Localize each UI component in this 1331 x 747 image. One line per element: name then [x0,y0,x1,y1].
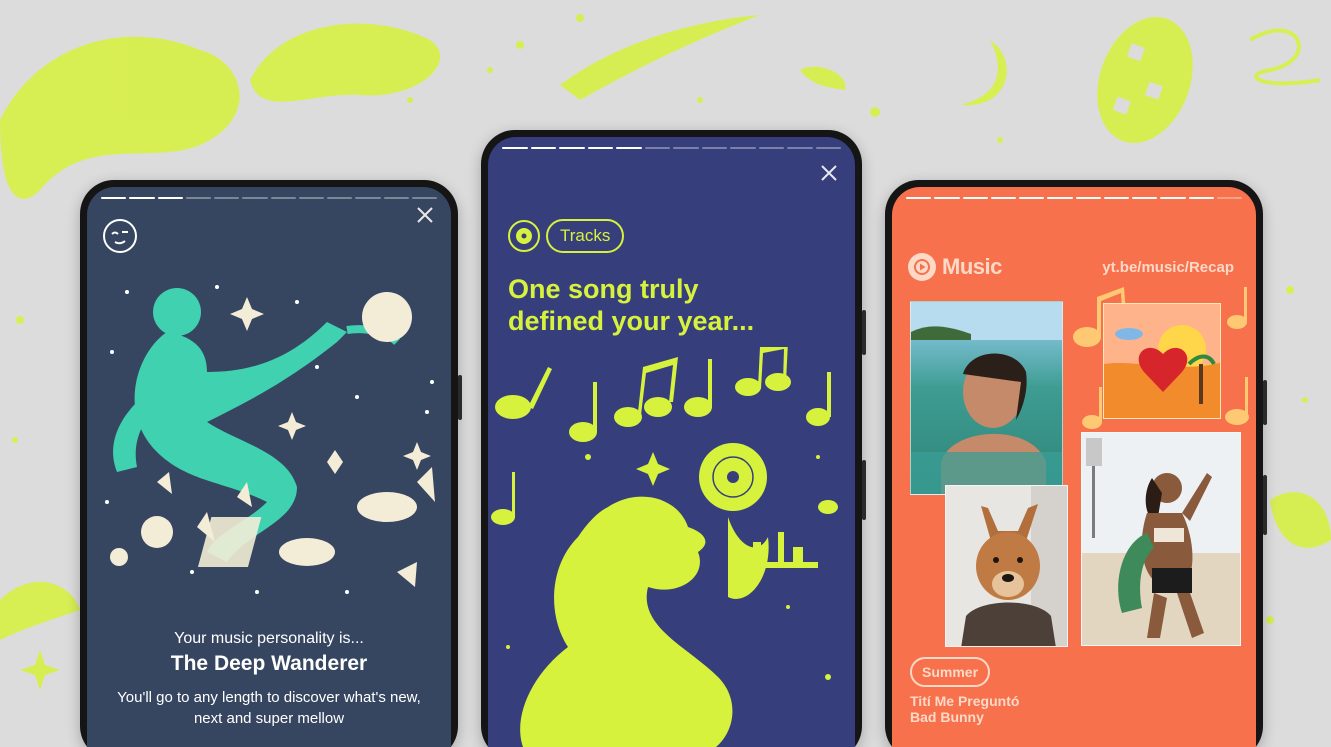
recap-link[interactable]: yt.be/music/Recap [1102,259,1234,276]
leaf-shape [0,581,80,640]
progress-segment [327,197,353,199]
progress-segment [1103,197,1129,199]
progress-segment [1188,197,1214,199]
photo-beach-dance [1081,432,1241,646]
progress-segment [934,197,960,199]
photo-swimming [910,301,1063,495]
leaf-shape [0,36,240,199]
progress-segment [616,147,642,149]
personality-text: Your music personality is... The Deep Wa… [87,629,451,729]
progress-segment [673,147,699,149]
brand-wordmark: Music [942,254,1002,279]
progress-segment [502,147,528,149]
youtube-music-logo: Music [908,253,1002,281]
leaf-shape [1270,492,1331,548]
headline-line-2: defined your year... [508,306,755,336]
headline-line-1: One song truly [508,274,699,304]
progress-segment [815,147,841,149]
play-icon [908,253,936,281]
story-progress-bar [502,147,841,149]
album-art-photo [1103,303,1221,419]
leaf-shape [250,23,441,102]
photo-dog [945,485,1068,647]
progress-segment [185,197,211,199]
progress-segment [587,147,613,149]
progress-segment [758,147,784,149]
personality-screen: Your music personality is... The Deep Wa… [87,187,451,747]
singer-illustration [491,347,838,747]
progress-segment [355,197,381,199]
song-artist: Bad Bunny [910,709,984,725]
progress-segment [787,147,813,149]
progress-segment [157,197,183,199]
egg-shape [1097,17,1193,143]
phone-top-song: Tracks One song truly defined your year.… [481,130,866,747]
moon-shape [960,40,1007,106]
phone-personality: Your music personality is... The Deep Wa… [80,180,462,747]
swirl-shape [1248,28,1321,86]
progress-segment [411,197,437,199]
progress-segment [990,197,1016,199]
progress-segment [962,197,988,199]
progress-segment [214,197,240,199]
personality-title: The Deep Wanderer [170,652,368,675]
song-title: Tití Me Preguntó [910,693,1020,709]
progress-segment [701,147,727,149]
personality-intro: Your music personality is... [174,630,364,647]
close-icon[interactable] [819,163,839,183]
progress-segment [383,197,409,199]
progress-segment [559,147,585,149]
progress-segment [1075,197,1101,199]
progress-segment [101,197,127,199]
progress-segment [129,197,155,199]
personality-description: You'll go to any length to discover what… [117,689,421,727]
progress-segment [1019,197,1045,199]
category-badges: Tracks [508,219,625,253]
top-song-screen: Tracks One song truly defined your year.… [488,137,855,747]
phone-side-button [862,310,866,355]
progress-segment [730,147,756,149]
personality-face-icon [103,219,137,253]
category-tracks-pill: Tracks [546,219,625,253]
wanderer-illustration [105,285,435,594]
progress-segment [644,147,670,149]
progress-segment [298,197,324,199]
phone-side-button [458,375,462,420]
progress-segment [1160,197,1186,199]
phone-side-button [862,460,866,520]
disc-icon [508,220,540,252]
top-song-headline: One song truly defined your year... [508,273,835,337]
season-pill: Summer [910,657,991,687]
phone-side-button [1263,380,1267,425]
phone-side-button [1263,475,1267,535]
progress-segment [906,197,932,199]
phone-season-recap: Music yt.be/music/Recap Summer Tití Me P… [885,180,1267,747]
swoosh-shape [560,15,760,100]
progress-segment [270,197,296,199]
leaf-shape [800,66,846,90]
progress-segment [1216,197,1242,199]
progress-segment [242,197,268,199]
story-progress-bar [906,197,1242,199]
progress-segment [530,147,556,149]
close-icon[interactable] [415,205,435,225]
story-progress-bar [101,197,437,199]
season-recap-screen: Music yt.be/music/Recap Summer Tití Me P… [892,187,1256,747]
progress-segment [1132,197,1158,199]
sparkle-shape [20,650,60,690]
progress-segment [1047,197,1073,199]
